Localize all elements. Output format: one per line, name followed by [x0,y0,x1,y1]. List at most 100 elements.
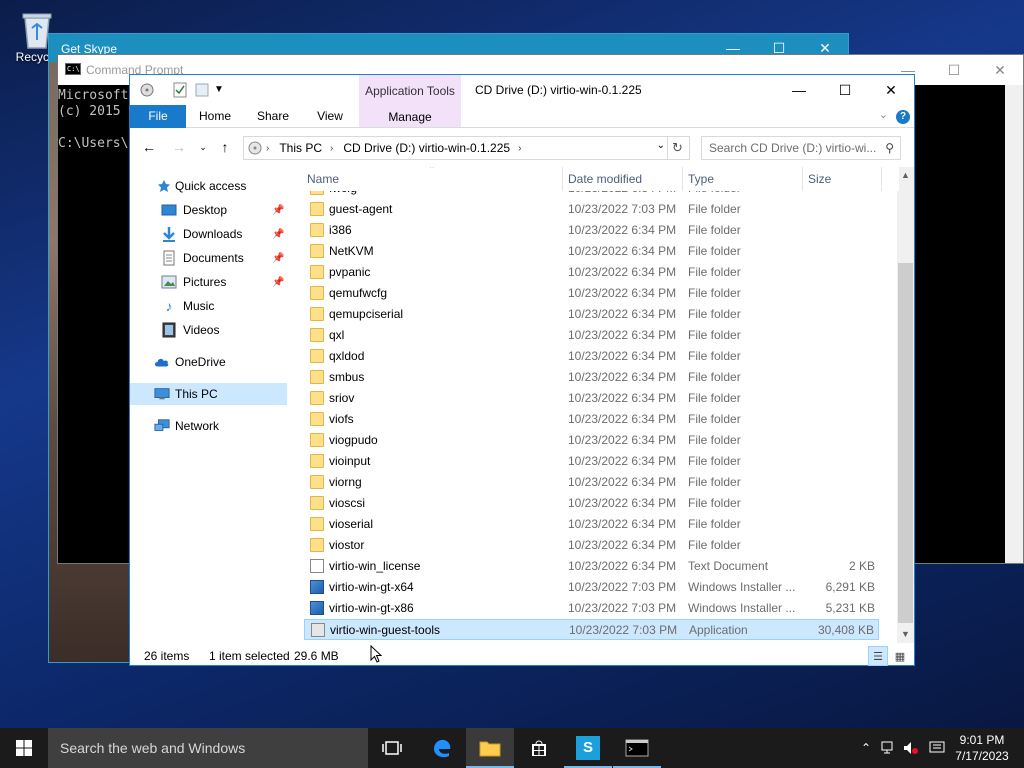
breadcrumb-separator[interactable]: › [266,143,269,154]
column-divider[interactable] [802,167,803,191]
tab-view[interactable]: View [310,105,350,128]
start-button[interactable] [0,728,48,768]
pin-icon[interactable]: 📌 [272,277,284,288]
file-list-scrollbar[interactable]: ▲ ▼ [897,167,914,643]
taskbar-command-prompt[interactable] [613,728,661,768]
file-date: 10/23/2022 7:03 PM [568,202,677,216]
table-row[interactable]: i386 10/23/2022 6:34 PM File folder [304,220,879,241]
action-center-icon[interactable] [929,740,945,756]
sidebar-item-this-pc[interactable]: This PC [130,383,287,405]
up-button[interactable]: ↑ [216,138,234,156]
table-row[interactable]: qemupciserial 10/23/2022 6:34 PM File fold… [304,304,879,325]
sidebar-item-downloads[interactable]: Downloads 📌 [130,223,287,245]
scrollbar-thumb[interactable] [898,263,913,623]
table-row[interactable]: smbus 10/23/2022 6:34 PM File folder [304,367,879,388]
breadcrumb-separator[interactable]: › [330,143,333,154]
table-row[interactable]: pvpanic 10/23/2022 6:34 PM File folder [304,262,879,283]
address-dropdown-icon[interactable]: ⌄ [657,140,665,151]
table-row[interactable]: virtio-win-gt-x64 10/23/2022 7:03 PM Windo… [304,577,879,598]
properties-icon[interactable] [172,82,188,98]
recent-locations-icon[interactable]: ⌄ [194,138,212,156]
column-divider[interactable] [881,167,882,191]
sidebar-item-onedrive[interactable]: OneDrive [130,351,287,373]
sidebar-item-desktop[interactable]: Desktop 📌 [130,199,287,221]
file-name: viogpudo [329,433,378,447]
column-type[interactable]: Type [688,172,714,186]
cmd-close-button[interactable]: ✕ [977,55,1023,85]
help-icon[interactable]: ? [896,110,910,124]
breadcrumb-this-pc[interactable]: This PC [279,141,322,155]
computer-icon [154,386,170,402]
text-document-icon [310,559,324,573]
table-row[interactable]: viofs 10/23/2022 6:34 PM File folder [304,409,879,430]
table-row-selected[interactable]: virtio-win-guest-tools 10/23/2022 7:03 PM… [304,619,879,640]
file-name: vioscsi [329,496,366,510]
pin-icon[interactable]: 📌 [272,205,284,216]
details-view-icon[interactable]: ☰ [868,646,888,666]
table-row[interactable]: NetKVM 10/23/2022 6:34 PM File folder [304,241,879,262]
table-row[interactable]: guest-agent 10/23/2022 7:03 PM File folder [304,199,879,220]
network-icon[interactable] [880,740,896,756]
cmd-maximize-button[interactable]: ☐ [931,55,977,85]
table-row[interactable]: viorng 10/23/2022 6:34 PM File folder [304,472,879,493]
sidebar-item-music[interactable]: ♪ Music [130,295,287,317]
table-row[interactable]: qxldod 10/23/2022 6:34 PM File folder [304,346,879,367]
table-row[interactable]: vioinput 10/23/2022 6:34 PM File folder [304,451,879,472]
scroll-up-icon[interactable]: ▲ [897,167,914,184]
sidebar-item-documents[interactable]: Documents 📌 [130,247,287,269]
scroll-down-icon[interactable]: ▼ [897,626,914,643]
explorer-minimize-button[interactable]: — [776,75,822,105]
sidebar-item-quick-access[interactable]: Quick access [130,175,287,197]
address-bar[interactable]: › This PC › CD Drive (D:) virtio-win-0.1… [243,136,690,160]
explorer-close-button[interactable]: ✕ [868,75,914,105]
table-row[interactable]: qxl 10/23/2022 6:34 PM File folder [304,325,879,346]
table-row[interactable]: viostor 10/23/2022 6:34 PM File folder [304,535,879,556]
column-date-modified[interactable]: Date modified [568,172,642,186]
cmd-scrollbar[interactable] [1005,85,1023,563]
taskbar-skype[interactable]: S [564,728,612,768]
sidebar-item-network[interactable]: Network [130,415,287,437]
table-row[interactable]: qemufwcfg 10/23/2022 6:34 PM File folder [304,283,879,304]
table-row[interactable]: virtio-win_license 10/23/2022 6:34 PM Text… [304,556,879,577]
column-name[interactable]: Name [307,172,339,186]
taskbar-store[interactable] [515,728,563,768]
pin-icon[interactable]: 📌 [272,253,284,264]
customize-qat-icon[interactable]: ▼ [214,82,230,98]
show-hidden-icons-icon[interactable]: ⌃ [858,740,874,756]
tab-share[interactable]: Share [252,105,294,128]
table-row[interactable]: vioserial 10/23/2022 6:34 PM File folder [304,514,879,535]
table-row[interactable]: virtio-win-gt-x86 10/23/2022 7:03 PM Windo… [304,598,879,619]
refresh-icon[interactable]: ↻ [667,137,687,159]
clock[interactable]: 9:01 PM 7/17/2023 [952,732,1012,764]
tab-file[interactable]: File [130,105,186,128]
sidebar-item-videos[interactable]: Videos [130,319,287,341]
file-type: File folder [688,496,741,510]
expand-ribbon-icon[interactable]: ⌄ [879,108,888,121]
column-divider[interactable] [562,167,563,191]
tab-home[interactable]: Home [194,105,236,128]
back-button[interactable]: ← [140,138,158,156]
breadcrumb-cd-drive[interactable]: CD Drive (D:) virtio-win-0.1.225 [343,141,510,155]
volume-muted-icon[interactable] [903,740,919,756]
forward-button[interactable]: → [170,138,188,156]
large-icons-view-icon[interactable]: ▦ [890,646,910,666]
search-input[interactable]: Search CD Drive (D:) virtio-wi... ⚲ [701,136,901,160]
task-view-button[interactable] [368,728,416,768]
sidebar-item-label: Downloads [183,227,243,241]
table-row[interactable]: vioscsi 10/23/2022 6:34 PM File folder [304,493,879,514]
taskbar-file-explorer[interactable] [466,728,514,768]
pin-icon[interactable]: 📌 [272,229,284,240]
table-row[interactable]: viogpudo 10/23/2022 6:34 PM File folder [304,430,879,451]
breadcrumb-separator[interactable]: › [518,143,521,154]
column-size[interactable]: Size [808,172,831,186]
folder-icon [310,244,324,258]
explorer-maximize-button[interactable]: ☐ [822,75,868,105]
taskbar-edge[interactable] [418,728,466,768]
drive-icon[interactable] [139,82,155,98]
table-row[interactable]: sriov 10/23/2022 6:34 PM File folder [304,388,879,409]
new-folder-icon[interactable] [194,82,210,98]
taskbar-search-input[interactable]: Search the web and Windows [48,728,368,768]
sidebar-item-pictures[interactable]: Pictures 📌 [130,271,287,293]
column-divider[interactable] [682,167,683,191]
store-icon [532,740,546,756]
